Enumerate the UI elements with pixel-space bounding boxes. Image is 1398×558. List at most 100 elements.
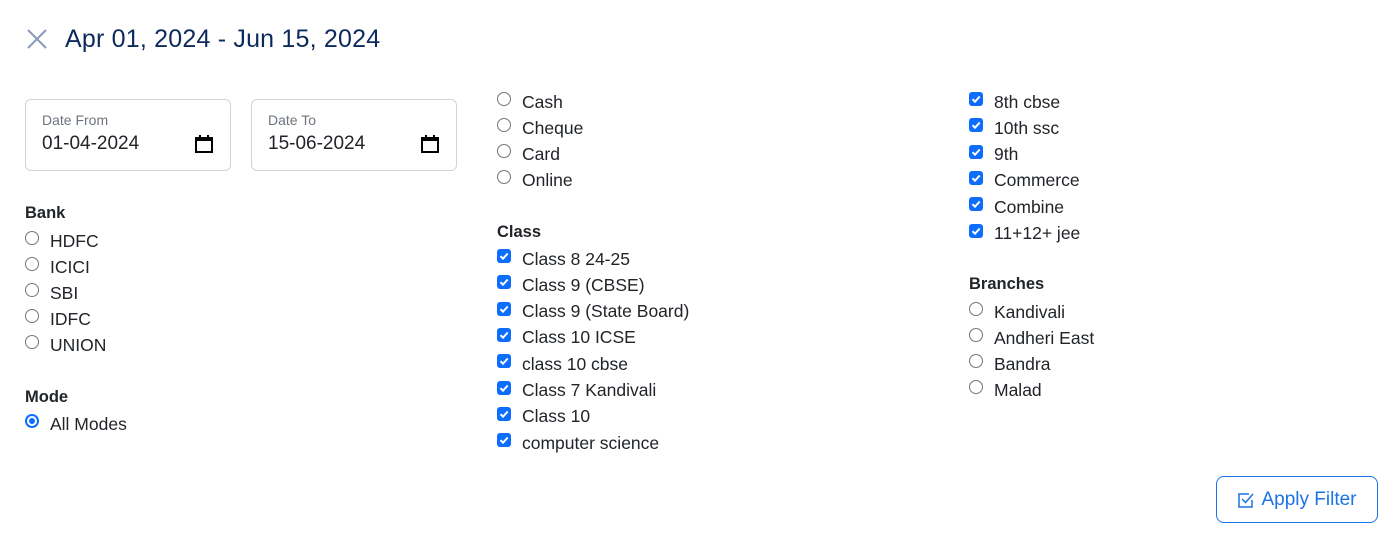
- bank-option-icici[interactable]: ICICI: [25, 256, 90, 278]
- page-title: Apr 01, 2024 - Jun 15, 2024: [65, 24, 381, 53]
- checkbox[interactable]: [969, 197, 983, 212]
- class-option[interactable]: Class 9 (CBSE): [497, 274, 645, 296]
- checkbox[interactable]: [497, 327, 511, 342]
- checkmark-icon: [971, 174, 981, 183]
- checkbox[interactable]: [497, 249, 511, 263]
- option-label: HDFC: [50, 230, 99, 251]
- mode-option-cash[interactable]: Cash: [497, 91, 563, 113]
- radio-button[interactable]: [25, 335, 39, 349]
- checkbox[interactable]: [969, 118, 983, 133]
- radio-button[interactable]: [969, 302, 983, 316]
- option-label: class 10 cbse: [522, 353, 629, 374]
- option-label: Class 7 Kandivali: [522, 380, 657, 400]
- option-label: Class 10: [522, 406, 591, 427]
- close-button[interactable]: [24, 26, 50, 52]
- class-heading: Class: [497, 223, 542, 241]
- checkmark-icon: [499, 279, 509, 287]
- apply-filter-label: Apply Filter: [1261, 488, 1357, 510]
- mode-option-all-modes[interactable]: All Modes: [25, 413, 127, 435]
- option-label: UNION: [50, 334, 107, 355]
- radio-button[interactable]: [25, 257, 39, 271]
- option-label: 8th cbse: [994, 91, 1061, 112]
- option-label: Card: [522, 143, 560, 164]
- calendar-icon[interactable]: [420, 134, 440, 154]
- checkmark-icon: [499, 331, 509, 340]
- class-option[interactable]: Class 7 Kandivali: [497, 380, 656, 402]
- checkbox[interactable]: [497, 301, 511, 316]
- checkmark-icon: [971, 95, 981, 104]
- mode-option-online[interactable]: Online: [497, 169, 573, 191]
- bank-heading: Bank: [25, 204, 66, 222]
- option-label: Combine: [994, 196, 1065, 217]
- class-option[interactable]: Class 9 (State Board): [497, 301, 689, 323]
- date-from-value: 01-04-2024: [42, 133, 140, 154]
- option-label: 9th: [994, 144, 1019, 165]
- branch-option-andheri-east[interactable]: Andheri East: [969, 327, 1094, 349]
- checkbox[interactable]: [497, 275, 511, 290]
- radio-button[interactable]: [25, 231, 39, 245]
- class-option[interactable]: class 10 cbse: [497, 353, 628, 375]
- checkmark-icon: [499, 358, 509, 366]
- check-square-icon: [1237, 491, 1255, 509]
- class-option[interactable]: Class 10 ICSE: [497, 327, 636, 349]
- option-label: Bandra: [994, 353, 1051, 374]
- radio-button[interactable]: [969, 354, 983, 368]
- apply-filter-button[interactable]: Apply Filter: [1216, 476, 1378, 523]
- mode-option-cheque[interactable]: Cheque: [497, 117, 583, 139]
- checkmark-icon: [499, 384, 509, 392]
- checkmark-icon: [971, 201, 981, 209]
- option-label: SBI: [50, 282, 79, 303]
- checkbox[interactable]: [969, 92, 983, 106]
- checkbox[interactable]: [497, 380, 511, 395]
- option-label: Cash: [522, 91, 563, 112]
- bank-option-sbi[interactable]: SBI: [25, 282, 78, 304]
- radio-button[interactable]: [25, 309, 39, 323]
- class-option[interactable]: Class 8 24-25: [497, 248, 630, 270]
- radio-button[interactable]: [497, 144, 511, 158]
- class-option[interactable]: Class 10: [497, 406, 590, 428]
- date-to-value: 15-06-2024: [268, 133, 366, 154]
- radio-button[interactable]: [969, 328, 983, 342]
- checkmark-icon: [499, 305, 509, 313]
- class-option[interactable]: 11+12+ jee: [969, 223, 1080, 245]
- radio-button[interactable]: [497, 170, 511, 184]
- option-label: Class 8 24-25: [522, 248, 630, 269]
- date-from-label: Date From: [42, 112, 109, 128]
- calendar-icon[interactable]: [194, 134, 214, 154]
- option-label: IDFC: [50, 308, 91, 329]
- option-label: Class 10 ICSE: [522, 327, 636, 348]
- radio-button[interactable]: [497, 92, 511, 106]
- checkbox[interactable]: [497, 406, 511, 421]
- radio-button[interactable]: [497, 118, 511, 132]
- checkmark-icon: [971, 122, 981, 130]
- class-option[interactable]: 9th: [969, 144, 1018, 166]
- date-from-field[interactable]: Date From 01-04-2024: [25, 99, 231, 171]
- branch-option-bandra[interactable]: Bandra: [969, 353, 1050, 375]
- header: Apr 01, 2024 - Jun 15, 2024: [24, 22, 380, 56]
- class-option[interactable]: 10th ssc: [969, 117, 1059, 139]
- checkmark-icon: [499, 410, 509, 418]
- mode-option-card[interactable]: Card: [497, 143, 560, 165]
- checkbox[interactable]: [969, 170, 983, 185]
- checkbox[interactable]: [497, 433, 511, 448]
- class-option[interactable]: 8th cbse: [969, 91, 1060, 113]
- checkbox[interactable]: [969, 223, 983, 238]
- branch-option-kandivali[interactable]: Kandivali: [969, 301, 1065, 323]
- branch-option-malad[interactable]: Malad: [969, 379, 1042, 401]
- mode-heading: Mode: [25, 388, 69, 406]
- option-label: Kandivali: [994, 301, 1066, 322]
- bank-option-hdfc[interactable]: HDFC: [25, 230, 99, 252]
- class-option[interactable]: Combine: [969, 196, 1064, 218]
- radio-button[interactable]: [969, 380, 983, 394]
- bank-option-idfc[interactable]: IDFC: [25, 308, 91, 330]
- radio-button[interactable]: [25, 283, 39, 297]
- checkbox[interactable]: [497, 354, 511, 369]
- radio-button[interactable]: [25, 414, 39, 428]
- checkbox[interactable]: [969, 144, 983, 159]
- class-option[interactable]: Commerce: [969, 170, 1080, 192]
- class-option[interactable]: computer science: [497, 432, 659, 454]
- close-icon: [27, 29, 47, 49]
- bank-option-union[interactable]: UNION: [25, 334, 106, 356]
- date-to-field[interactable]: Date To 15-06-2024: [251, 99, 457, 171]
- option-label: computer science: [522, 432, 660, 453]
